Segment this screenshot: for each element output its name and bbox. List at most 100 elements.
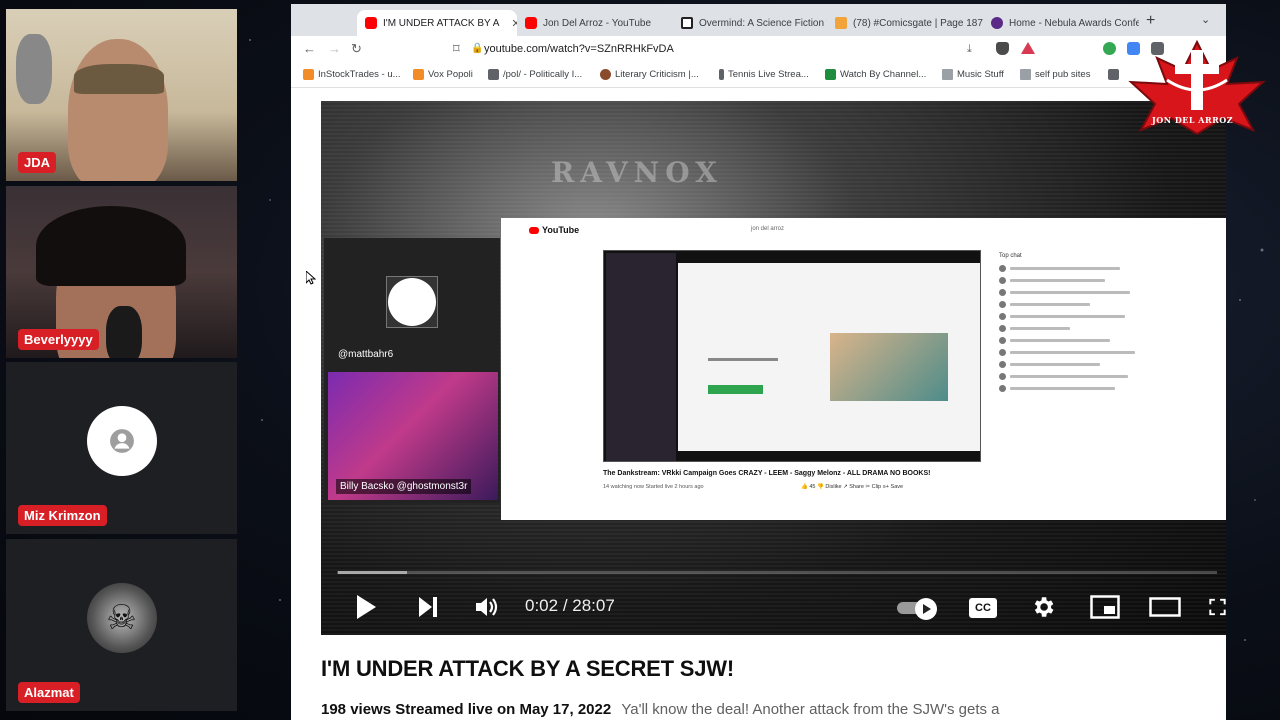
clover-icon [488,69,499,80]
extension-green-icon[interactable] [1103,42,1116,55]
total-time: 28:07 [572,596,615,615]
bookmark-label: self pub sites [1035,69,1091,80]
inner-screen-capture: YouTube jon del arroz The Dankstream: VR… [501,218,1226,520]
inner-participant-video: Billy Bacsko @ghostmonst3r [328,372,498,500]
video-player[interactable]: RAVNOX @mattbahr6 Billy Bacsko @ghostmon… [321,101,1226,635]
chat-line [999,361,1159,368]
inner-video-title: The Dankstream: VRkki Campaign Goes CRAZ… [603,470,931,477]
tab-channel[interactable]: Jon Del Arroz - YouTube [517,10,673,36]
tab-comicsgate[interactable]: (78) #Comicsgate | Page 1870 [827,10,983,36]
play-button[interactable] [353,593,379,621]
nebula-icon [991,17,1003,29]
settings-button[interactable] [1029,593,1057,621]
back-icon[interactable]: ← [303,41,316,56]
folder-icon [942,69,953,80]
user-placeholder-icon [86,406,157,476]
chat-line [999,277,1159,284]
tab-overmind[interactable]: Overmind: A Science Fiction T [673,10,827,36]
browser-window: I'M UNDER ATTACK BY A ✕ Jon Del Arroz - … [291,4,1226,720]
bookmark-item[interactable]: Tennis Live Strea... [719,69,809,80]
install-icon[interactable]: ⤓ [967,43,972,56]
youtube-icon [525,17,537,29]
microphone-shape [106,306,142,358]
participant-video [68,39,168,181]
fullscreen-button[interactable] [1209,593,1226,621]
inner-green-button [708,385,763,394]
chat-line [999,349,1159,356]
toggle-knob [915,598,937,620]
background-art-text: RAVNOX [551,156,723,189]
chevron-down-icon[interactable]: ⌄ [1201,13,1210,26]
bookmark-item[interactable]: InStockTrades - u... [303,69,401,80]
instocktrades-icon [303,69,314,80]
bookmark-label: Tennis Live Strea... [728,69,809,80]
participant-tile-beverlyyyy[interactable]: Beverlyyyy [6,186,237,358]
new-tab-icon[interactable]: + [1146,12,1155,30]
tab-label: Home - Nebula Awards Confe [1009,17,1139,29]
autoplay-toggle[interactable] [897,598,939,620]
bookmark-item[interactable]: /pol/ - Politically I... [488,69,582,80]
theater-icon [1149,597,1181,617]
play-icon [357,595,376,619]
brave-rewards-icon[interactable] [1021,42,1035,54]
next-button[interactable] [415,593,441,621]
inner-comic-art [830,333,948,401]
view-count: 198 views [321,701,392,718]
participant-tile-miz-krimzon[interactable]: Miz Krimzon [6,362,237,534]
inner-handle: @mattbahr6 [338,349,394,360]
chat-line [999,301,1159,308]
participant-tile-jda[interactable]: JDA [6,9,237,181]
inner-video-meta: 14 watching now Started live 2 hours ago [603,484,704,490]
progress-bar[interactable] [337,571,1217,574]
reload-icon[interactable]: ↻ [351,41,362,57]
bookmark-label: Music Stuff [957,69,1004,80]
buffer-fill [337,571,408,574]
bookmark-folder[interactable]: self pub sites [1020,69,1090,80]
channel-logo-text: JON DEL ARROZ [1152,115,1234,125]
tab-label: Overmind: A Science Fiction T [699,17,827,29]
captions-button[interactable]: CC [969,598,997,618]
video-meta[interactable]: 198 views Streamed live on May 17, 2022 … [321,701,1000,718]
participant-name: Beverlyyyy [18,329,99,350]
brave-shield-icon[interactable] [996,42,1009,55]
inner-webcams [606,253,676,461]
tab-nebula[interactable]: Home - Nebula Awards Confe [983,10,1139,36]
bookmark-label: Watch By Channel... [840,69,927,80]
tab-strip: I'M UNDER ATTACK BY A ✕ Jon Del Arroz - … [291,4,1226,36]
chat-line [999,373,1159,380]
lock-icon[interactable]: 🔒 [471,43,483,54]
inner-avatar [386,276,438,328]
miniplayer-button[interactable] [1089,593,1121,621]
inner-chat-header: Top chat [999,253,1022,259]
inner-logo-text: YouTube [542,225,580,235]
participant-tile-alazmat[interactable]: ☠ Alazmat [6,539,237,711]
bookmark-icon[interactable]: ⌑ [453,41,460,57]
bookmark-label: /pol/ - Politically I... [503,69,583,80]
apps-icon [1108,69,1119,80]
inner-text-bar [708,358,778,361]
bookmark-item[interactable]: Vox Popoli [413,69,473,80]
literary-criticism-icon [600,69,611,80]
skip-next-icon [419,597,437,617]
forward-icon[interactable]: → [328,41,341,56]
address-bar[interactable]: youtube.com/watch?v=SZnRRHkFvDA [484,43,674,55]
chat-line [999,265,1159,272]
gear-icon [1034,597,1054,617]
inner-search: jon del arroz [751,226,785,232]
bookmark-item[interactable] [1108,69,1119,80]
play-icon [922,604,931,614]
theater-mode-button[interactable] [1149,593,1181,621]
browser-toolbar: ← → ↻ ⌑ 🔒 youtube.com/watch?v=SZnRRHkFvD… [291,36,1226,64]
volume-button[interactable] [473,593,501,621]
tennis-icon [719,69,724,80]
bookmark-folder[interactable]: Music Stuff [942,69,1004,80]
stream-date: Streamed live on May 17, 2022 [395,701,612,718]
bookmark-item[interactable]: Literary Criticism |... [600,69,699,80]
tab-label: I'M UNDER ATTACK BY A [383,17,500,29]
inner-video-actions: 👍 45 👎 Dislike ↗ Share ✂ Clip ≡+ Save [801,484,904,490]
watch-by-channel-icon [825,69,836,80]
bookmark-item[interactable]: Watch By Channel... [825,69,926,80]
inner-document [678,263,980,451]
tab-active-video[interactable]: I'M UNDER ATTACK BY A ✕ [357,10,517,36]
tab-label: (78) #Comicsgate | Page 1870 [853,17,983,29]
